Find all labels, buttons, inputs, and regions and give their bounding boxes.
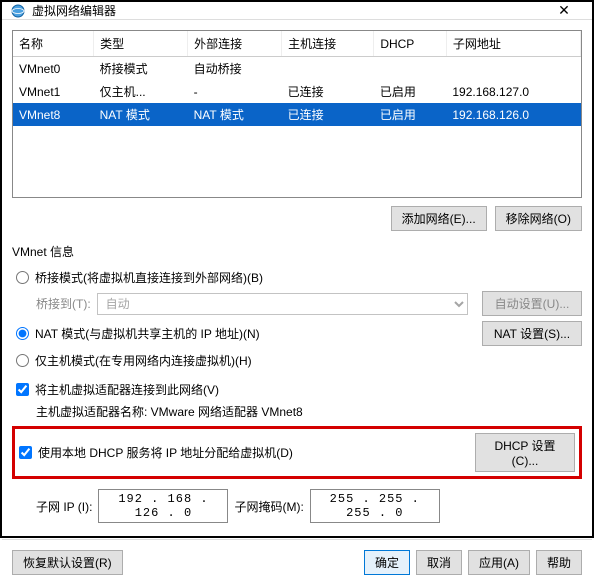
host-only-radio[interactable]: 仅主机模式(在专用网络内连接虚拟机)(H) xyxy=(12,349,582,372)
close-icon[interactable]: ✕ xyxy=(544,2,584,19)
column-header[interactable]: 主机连接 xyxy=(282,31,374,57)
adapter-name-label: 主机虚拟适配器名称: VMware 网络适配器 VMnet8 xyxy=(36,403,303,420)
window-title: 虚拟网络编辑器 xyxy=(32,2,544,19)
titlebar: 虚拟网络编辑器 ✕ xyxy=(2,2,592,20)
help-button[interactable]: 帮助 xyxy=(536,550,582,575)
nat-settings-button[interactable]: NAT 设置(S)... xyxy=(482,321,582,346)
column-header[interactable]: 名称 xyxy=(13,31,94,57)
nat-mode-radio[interactable]: NAT 模式(与虚拟机共享主机的 IP 地址)(N) NAT 设置(S)... xyxy=(12,318,582,349)
dialog-footer: 恢复默认设置(R) 确定 取消 应用(A) 帮助 xyxy=(2,539,592,585)
subnet-mask-input[interactable]: 255 . 255 . 255 . 0 xyxy=(310,489,440,523)
column-header[interactable]: 类型 xyxy=(94,31,188,57)
app-icon xyxy=(10,3,26,19)
ok-button[interactable]: 确定 xyxy=(364,550,410,575)
vmnet-info-label: VMnet 信息 xyxy=(12,243,582,260)
network-table[interactable]: 名称类型外部连接主机连接DHCP子网地址 VMnet0桥接模式自动桥接VMnet… xyxy=(12,30,582,198)
subnet-ip-input[interactable]: 192 . 168 . 126 . 0 xyxy=(98,489,228,523)
column-header[interactable]: 子网地址 xyxy=(446,31,580,57)
table-row[interactable]: VMnet8NAT 模式NAT 模式已连接已启用192.168.126.0 xyxy=(13,103,581,126)
connect-host-checkbox[interactable]: 将主机虚拟适配器连接到此网络(V) xyxy=(12,378,582,401)
use-dhcp-checkbox[interactable]: 使用本地 DHCP 服务将 IP 地址分配给虚拟机(D) xyxy=(19,444,467,461)
bridge-mode-radio[interactable]: 桥接模式(将虚拟机直接连接到外部网络)(B) xyxy=(12,266,582,289)
subnet-mask-label: 子网掩码(M): xyxy=(234,498,303,515)
auto-settings-button: 自动设置(U)... xyxy=(482,291,582,316)
apply-button[interactable]: 应用(A) xyxy=(468,550,530,575)
bridge-to-label: 桥接到(T): xyxy=(36,295,91,312)
table-row[interactable]: VMnet0桥接模式自动桥接 xyxy=(13,57,581,81)
bridge-to-select: 自动 xyxy=(97,293,468,315)
cancel-button[interactable]: 取消 xyxy=(416,550,462,575)
content-area: 名称类型外部连接主机连接DHCP子网地址 VMnet0桥接模式自动桥接VMnet… xyxy=(2,20,592,539)
column-header[interactable]: DHCP xyxy=(374,31,447,57)
dhcp-highlight-box: 使用本地 DHCP 服务将 IP 地址分配给虚拟机(D) DHCP 设置(C).… xyxy=(12,426,582,479)
restore-defaults-button[interactable]: 恢复默认设置(R) xyxy=(12,550,123,575)
table-row[interactable]: VMnet1仅主机...-已连接已启用192.168.127.0 xyxy=(13,80,581,103)
dhcp-settings-button[interactable]: DHCP 设置(C)... xyxy=(475,433,575,472)
column-header[interactable]: 外部连接 xyxy=(188,31,282,57)
add-network-button[interactable]: 添加网络(E)... xyxy=(391,206,487,231)
remove-network-button[interactable]: 移除网络(O) xyxy=(495,206,582,231)
subnet-ip-label: 子网 IP (I): xyxy=(36,498,92,515)
